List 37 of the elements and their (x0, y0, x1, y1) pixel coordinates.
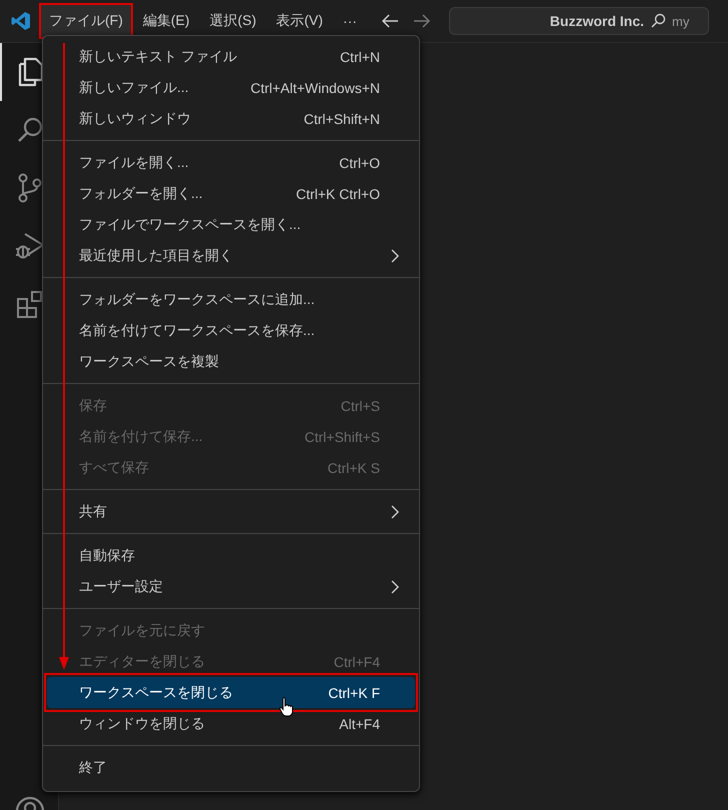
menu-entry[interactable]: 新しいウィンドウ Ctrl+Shift+N (47, 103, 415, 134)
chevron-right-icon (391, 580, 399, 594)
menu-entry[interactable]: フォルダーをワークスペースに追加... (47, 284, 415, 315)
extensions-icon[interactable] (16, 290, 44, 318)
menu-entry[interactable]: 共有 (47, 496, 415, 527)
back-icon[interactable] (380, 13, 399, 29)
menu-entry[interactable]: ファイルでワークスペースを開く... (47, 209, 415, 240)
hand-cursor-icon (279, 697, 293, 717)
files-icon[interactable] (16, 57, 44, 87)
menu-item[interactable]: ··· (332, 3, 367, 39)
menu-item[interactable]: 表示(V) (266, 3, 333, 39)
search-icon (650, 13, 666, 29)
chevron-right-icon (391, 249, 399, 263)
menu-entry[interactable]: ユーザー設定 (47, 571, 415, 602)
menu-entry[interactable]: ファイルを開く... Ctrl+O (47, 147, 415, 178)
menu-entry[interactable]: ウィンドウを閉じる Alt+F4 (47, 708, 415, 739)
workspace-title: Buzzword Inc. (550, 13, 644, 29)
app-logo-icon (11, 11, 31, 31)
menu-entry[interactable]: 最近使用した項目を開く (47, 240, 415, 271)
search-placeholder: my (672, 14, 690, 28)
account-icon[interactable] (15, 796, 45, 810)
menu-entry[interactable]: 新しいファイル... Ctrl+Alt+Windows+N (47, 72, 415, 103)
menu-entry[interactable]: フォルダーを開く... Ctrl+K Ctrl+O (47, 178, 415, 209)
menu-entry[interactable]: 終了 (47, 752, 415, 783)
menu-entry[interactable]: 名前を付けてワークスペースを保存... (47, 315, 415, 346)
chevron-right-icon (391, 505, 399, 519)
menu-entry[interactable]: 新しいテキスト ファイル Ctrl+N (47, 41, 415, 72)
source-control-icon[interactable] (17, 173, 43, 203)
run-debug-icon[interactable] (15, 232, 45, 260)
menu-entry[interactable]: ワークスペースを複製 (47, 346, 415, 377)
forward-icon[interactable] (412, 13, 431, 29)
menu-item[interactable]: ファイル(F) (39, 3, 133, 39)
search-icon[interactable] (16, 116, 44, 144)
menu-item[interactable]: 選択(S) (200, 3, 266, 39)
command-center[interactable]: Buzzword Inc. my (448, 7, 709, 35)
menu-item[interactable]: 編集(E) (132, 3, 200, 39)
menu-entry[interactable]: 自動保存 (47, 540, 415, 571)
